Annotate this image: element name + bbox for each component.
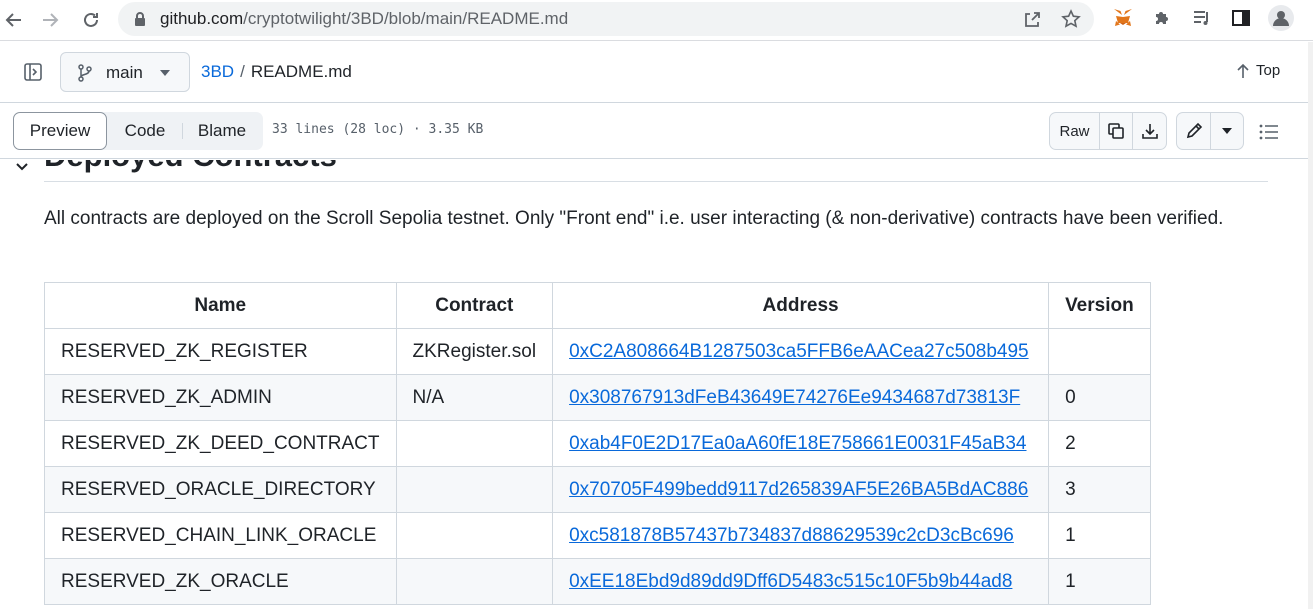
chevron-down-icon[interactable] [16,160,28,174]
address-link[interactable]: 0xc581878B57437b734837d88629539c2cD3cBc6… [569,525,1014,546]
column-header-version: Version [1048,282,1151,329]
edit-button[interactable] [1177,113,1211,149]
cell-name: RESERVED_ZK_ADMIN [44,374,397,421]
branch-name: main [106,63,143,82]
column-header-contract: Contract [395,282,554,329]
copy-icon [1108,123,1124,139]
copy-button[interactable] [1100,113,1133,149]
share-icon[interactable] [1020,7,1044,31]
readme-paragraph: All contracts are deployed on the Scroll… [44,208,1224,229]
raw-button[interactable]: Raw [1050,113,1100,149]
side-panel-toggle-icon[interactable] [20,59,46,85]
tab-preview[interactable]: Preview [13,112,107,150]
address-link[interactable]: 0x70705F499bedd9117d265839AF5E26BA5BdAC8… [569,479,1028,500]
breadcrumb-file: README.md [250,62,352,81]
file-header: main 3BD / README.md Top [0,42,1313,103]
cell-contract: ZKRegister.sol [395,328,554,375]
star-icon[interactable] [1059,7,1083,31]
chevron-down-icon [1222,128,1232,134]
table-header-row: Name Contract Address Version [44,282,1151,329]
tab-divider [182,123,183,139]
file-toolbar: Preview Code Blame 33 lines (28 loc) · 3… [0,103,1308,159]
forward-arrow-icon[interactable] [36,6,64,34]
profile-icon[interactable] [1268,5,1294,31]
side-panel-icon[interactable] [1228,5,1254,31]
top-label: Top [1256,62,1281,79]
cell-name: RESERVED_ZK_DEED_CONTRACT [44,420,397,467]
pencil-icon [1186,122,1202,139]
contracts-table: Name Contract Address Version RESERVED_Z… [44,282,1151,605]
cell-version [1048,328,1151,375]
arrow-up-icon [1237,63,1249,78]
table-row: RESERVED_ORACLE_DIRECTORY 0x70705F499bed… [44,466,1151,513]
cell-contract: N/A [395,374,554,421]
address-link[interactable]: 0xab4F0E2D17Ea0aA60fE18E758661E0031F45aB… [569,433,1026,454]
cell-name: RESERVED_ZK_ORACLE [44,558,397,605]
chevron-down-icon [160,70,170,76]
media-queue-icon[interactable] [1189,5,1215,31]
download-icon [1141,124,1158,139]
cell-address: 0x308767913dFeB43649E74276Ee9434687d7381… [552,374,1050,421]
url-host: github.com [160,9,244,28]
cell-contract [395,466,554,513]
table-row: RESERVED_ZK_REGISTER ZKRegister.sol 0xC2… [44,328,1151,375]
top-button[interactable]: Top [1236,62,1280,79]
cell-address: 0xC2A808664B1287503ca5FFB6eAACea27c508b4… [552,328,1050,375]
table-row: RESERVED_ZK_ORACLE 0xEE18Ebd9d89dd9Dff6D… [44,558,1151,605]
address-link[interactable]: 0xEE18Ebd9d89dd9Dff6D5483c515c10F5b9b44a… [569,571,1012,592]
cell-version: 2 [1048,420,1151,467]
cell-contract [395,512,554,559]
cell-name: RESERVED_ORACLE_DIRECTORY [44,466,397,513]
cell-contract [395,420,554,467]
reload-icon[interactable] [77,6,105,34]
outline-button[interactable] [1256,120,1282,144]
url-path: /cryptotwilight/3BD/blob/main/README.md [243,9,569,28]
back-arrow-icon[interactable] [0,6,28,34]
tab-code[interactable]: Code [110,112,180,150]
page-scrollbar[interactable] [1308,42,1313,609]
file-meta: 33 lines (28 loc) · 3.35 KB [272,122,484,137]
column-header-name: Name [44,282,397,329]
cell-name: RESERVED_CHAIN_LINK_ORACLE [44,512,397,559]
branch-icon [78,64,92,82]
branch-selector[interactable]: main [60,52,190,92]
address-bar[interactable]: github.com/cryptotwilight/3BD/blob/main/… [118,2,1094,36]
cell-address: 0x70705F499bedd9117d265839AF5E26BA5BdAC8… [552,466,1050,513]
address-link[interactable]: 0xC2A808664B1287503ca5FFB6eAACea27c508b4… [569,341,1029,362]
metamask-fox-icon[interactable] [1110,5,1136,31]
cell-name: RESERVED_ZK_REGISTER [44,328,397,375]
section-heading: Deployed Contracts [44,160,337,174]
file-actions-group: Raw [1049,112,1167,150]
readme-content: Deployed Contracts All contracts are dep… [0,160,1308,609]
cell-version: 1 [1048,558,1151,605]
tab-blame[interactable]: Blame [184,112,260,150]
breadcrumb-repo-link[interactable]: 3BD [201,62,234,81]
url-text[interactable]: github.com/cryptotwilight/3BD/blob/main/… [160,9,568,29]
edit-dropdown-button[interactable] [1211,113,1243,149]
cell-address: 0xc581878B57437b734837d88629539c2cD3cBc6… [552,512,1050,559]
cell-version: 1 [1048,512,1151,559]
view-mode-tabs: Preview Code Blame [13,112,263,150]
download-button[interactable] [1133,113,1166,149]
address-link[interactable]: 0x308767913dFeB43649E74276Ee9434687d7381… [569,387,1020,408]
list-icon [1259,124,1278,140]
column-header-address: Address [552,282,1050,329]
table-row: RESERVED_CHAIN_LINK_ORACLE 0xc581878B574… [44,512,1151,559]
puzzle-icon[interactable] [1149,5,1175,31]
browser-toolbar: github.com/cryptotwilight/3BD/blob/main/… [0,0,1313,41]
cell-address: 0xEE18Ebd9d89dd9Dff6D5483c515c10F5b9b44a… [552,558,1050,605]
cell-version: 3 [1048,466,1151,513]
lock-icon[interactable] [128,7,152,31]
breadcrumb: 3BD / README.md [201,62,352,82]
table-row: RESERVED_ZK_DEED_CONTRACT 0xab4F0E2D17Ea… [44,420,1151,467]
heading-divider [44,181,1268,182]
breadcrumb-separator: / [240,62,245,81]
cell-address: 0xab4F0E2D17Ea0aA60fE18E758661E0031F45aB… [552,420,1050,467]
table-row: RESERVED_ZK_ADMIN N/A 0x308767913dFeB436… [44,374,1151,421]
cell-contract [395,558,554,605]
cell-version: 0 [1048,374,1151,421]
edit-actions-group [1176,112,1244,150]
